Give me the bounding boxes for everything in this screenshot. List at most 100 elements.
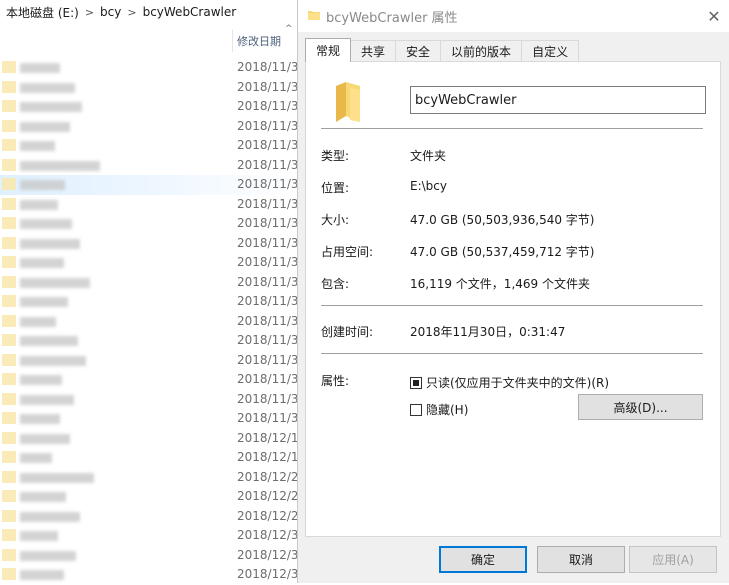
folder-icon bbox=[2, 139, 16, 151]
folder-icon bbox=[336, 82, 360, 122]
breadcrumb-item-bcy[interactable]: bcy bbox=[100, 5, 121, 19]
folder-icon bbox=[2, 529, 16, 541]
modified-date: 2018/11/30 bbox=[237, 255, 300, 269]
cancel-button[interactable]: 取消 bbox=[537, 546, 625, 573]
list-item[interactable]: 2018/11/30 bbox=[0, 175, 300, 195]
type-label: 类型: bbox=[321, 149, 350, 163]
list-item[interactable]: 2018/12/3 0 bbox=[0, 526, 300, 546]
redacted-file-name bbox=[20, 570, 64, 580]
list-item[interactable]: 2018/11/30 bbox=[0, 312, 300, 332]
modified-date: 2018/11/30 bbox=[237, 177, 300, 191]
modified-date: 2018/11/30 bbox=[237, 313, 300, 328]
list-item[interactable]: 2018/11/30 bbox=[0, 351, 300, 371]
redacted-file-name bbox=[20, 219, 72, 229]
modified-date: 2018/11/30 bbox=[237, 294, 300, 308]
list-item[interactable]: 2018/12/1 2 bbox=[0, 448, 300, 468]
list-item[interactable]: 2018/12/3 1 bbox=[0, 565, 300, 585]
redacted-file-name bbox=[20, 414, 60, 424]
modified-date: 2018/12/1 2 bbox=[237, 430, 300, 445]
redacted-file-name bbox=[20, 550, 76, 561]
list-item[interactable]: 2018/11/30 bbox=[0, 409, 300, 429]
redacted-file-name bbox=[20, 511, 80, 522]
folder-name-field[interactable] bbox=[410, 86, 706, 114]
advanced-button[interactable]: 高级(D)... bbox=[578, 394, 703, 420]
list-item[interactable]: 2018/11/30 bbox=[0, 156, 300, 176]
list-item[interactable]: 2018/11/30 bbox=[0, 117, 300, 137]
list-item[interactable]: 2018/11/30 bbox=[0, 253, 300, 273]
modified-date: 2018/11/30 bbox=[237, 216, 300, 230]
divider bbox=[321, 305, 703, 306]
redacted-file-name bbox=[20, 121, 70, 132]
redacted-file-name bbox=[20, 102, 82, 112]
close-button[interactable]: ✕ bbox=[702, 4, 726, 28]
folder-icon bbox=[2, 509, 16, 522]
list-item[interactable]: 2018/11/30 bbox=[0, 58, 300, 78]
list-item[interactable]: 2018/11/30 bbox=[0, 234, 300, 254]
list-item[interactable]: 2018/11/30 bbox=[0, 78, 300, 98]
folder-icon bbox=[2, 178, 16, 190]
hidden-checkbox[interactable]: 隐藏(H) bbox=[410, 401, 468, 418]
list-item[interactable]: 2018/12/2 1 bbox=[0, 487, 300, 507]
breadcrumb-item-current[interactable]: bcyWebCrawler bbox=[143, 5, 237, 19]
location-label: 位置: bbox=[321, 181, 350, 195]
list-item[interactable]: 2018/11/30 bbox=[0, 390, 300, 410]
apply-button[interactable]: 应用(A) bbox=[629, 546, 717, 573]
redacted-file-name bbox=[20, 160, 100, 171]
list-item[interactable]: 2018/12/1 2 bbox=[0, 429, 300, 449]
list-item[interactable]: 2018/11/30 bbox=[0, 195, 300, 215]
list-item[interactable]: 2018/11/30 bbox=[0, 97, 300, 117]
folder-icon bbox=[308, 11, 320, 20]
folder-icon bbox=[2, 353, 16, 366]
redacted-file-name bbox=[20, 355, 86, 366]
tab-security[interactable]: 安全 bbox=[395, 40, 442, 62]
folder-icon bbox=[2, 119, 16, 132]
ok-button[interactable]: 确定 bbox=[439, 546, 527, 573]
modified-date: 2018/11/30 bbox=[237, 118, 300, 133]
redacted-file-name bbox=[20, 258, 64, 268]
created-label: 创建时间: bbox=[321, 325, 374, 339]
list-item[interactable]: 2018/11/30 bbox=[0, 370, 300, 390]
modified-date: 2018/11/30 bbox=[237, 372, 300, 386]
list-item[interactable]: 2018/12/2 1 bbox=[0, 507, 300, 527]
contains-label: 包含: bbox=[321, 277, 350, 291]
folder-icon bbox=[2, 236, 16, 249]
tab-sharing[interactable]: 共享 bbox=[350, 40, 397, 62]
sort-up-icon: ^ bbox=[285, 24, 293, 34]
readonly-checkbox[interactable]: 只读(仅应用于文件夹中的文件)(R) bbox=[410, 374, 609, 391]
tab-previous-versions[interactable]: 以前的版本 bbox=[440, 40, 523, 62]
checkbox-mixed-icon[interactable] bbox=[410, 376, 422, 389]
tab-customize[interactable]: 自定义 bbox=[521, 40, 580, 62]
list-item[interactable]: 2018/11/30 bbox=[0, 292, 300, 312]
list-item[interactable]: 2018/11/30 bbox=[0, 214, 300, 234]
checkbox-icon[interactable] bbox=[410, 403, 422, 416]
redacted-file-name bbox=[20, 63, 60, 73]
modified-date: 2018/12/2 1 bbox=[237, 508, 300, 523]
redacted-file-name bbox=[20, 492, 66, 502]
location-value: E:\bcy bbox=[410, 179, 447, 193]
list-item[interactable]: 2018/12/2 0 bbox=[0, 468, 300, 488]
dialog-title: bcyWebCrawler 属性 bbox=[326, 11, 458, 26]
list-item[interactable]: 2018/11/30 bbox=[0, 331, 300, 351]
column-header-date[interactable]: ^ 修改日期 bbox=[232, 24, 300, 52]
size-on-disk-value: 47.0 GB (50,537,459,712 字节) bbox=[410, 245, 595, 259]
list-item[interactable]: 2018/11/30 bbox=[0, 273, 300, 293]
size-value: 47.0 GB (50,503,936,540 字节) bbox=[410, 213, 595, 227]
redacted-file-name bbox=[20, 199, 58, 210]
redacted-file-name bbox=[20, 375, 62, 385]
title-bar[interactable]: bcyWebCrawler 属性 ✕ bbox=[298, 0, 729, 32]
list-item[interactable]: 2018/11/30 bbox=[0, 136, 300, 156]
tab-general[interactable]: 常规 bbox=[305, 38, 352, 62]
folder-icon bbox=[2, 197, 16, 210]
modified-date: 2018/11/30 bbox=[237, 79, 300, 94]
list-item[interactable]: 2018/12/3 1 bbox=[0, 546, 300, 566]
modified-date: 2018/11/30 bbox=[237, 333, 300, 347]
redacted-file-name bbox=[20, 433, 70, 444]
folder-icon bbox=[2, 100, 16, 112]
breadcrumb-item-drive[interactable]: 本地磁盘 (E:) bbox=[6, 4, 79, 21]
folder-icon bbox=[2, 314, 16, 327]
modified-date: 2018/11/30 bbox=[237, 274, 300, 289]
folder-icon bbox=[2, 80, 16, 93]
folder-icon bbox=[2, 275, 16, 288]
redacted-file-name bbox=[20, 297, 68, 307]
modified-date: 2018/12/3 1 bbox=[237, 547, 300, 562]
